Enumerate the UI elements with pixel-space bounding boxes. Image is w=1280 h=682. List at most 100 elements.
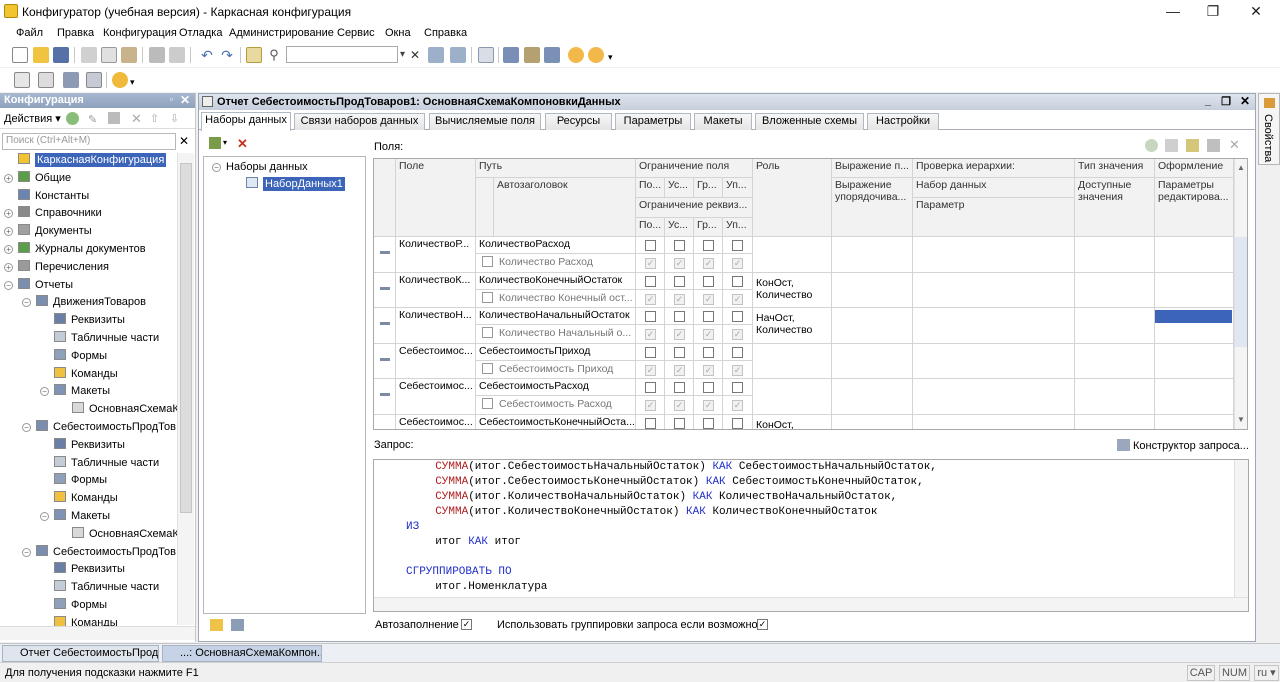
config-search-input[interactable]: Поиск (Ctrl+Alt+M)	[2, 133, 176, 150]
tree-item[interactable]: + Документы	[4, 223, 92, 240]
dataset-item[interactable]: НаборДанных1	[246, 177, 345, 191]
tree-item[interactable]: − ДвиженияТоваров	[22, 294, 146, 311]
restriction-checkbox[interactable]	[732, 346, 743, 358]
autotitle-checkbox[interactable]	[482, 291, 493, 303]
path-cell[interactable]: СебестоимостьКонечныйОста...	[476, 414, 636, 429]
copy-icon[interactable]	[101, 47, 117, 63]
query-builder-link[interactable]: Конструктор запроса...	[1133, 440, 1249, 452]
expand-icon[interactable]: −	[22, 547, 31, 557]
expand-icon[interactable]: +	[4, 209, 13, 219]
preview-icon[interactable]	[169, 47, 185, 63]
debug-icon[interactable]	[503, 47, 519, 63]
restriction-checkbox[interactable]	[674, 275, 685, 287]
syntax-icon[interactable]	[524, 47, 540, 63]
templates-icon[interactable]	[544, 47, 560, 63]
role-cell[interactable]: НачОст, Количество	[753, 308, 832, 344]
menu-windows[interactable]: Окна	[385, 27, 411, 39]
expr-cell[interactable]	[832, 237, 913, 273]
clear-config-search-icon[interactable]: ✕	[179, 134, 189, 148]
delete-field-icon[interactable]: ✕	[1229, 137, 1240, 153]
expand-icon[interactable]: +	[4, 245, 13, 254]
col-restriction-1[interactable]: По...	[636, 178, 665, 198]
restriction-req-checkbox[interactable]: ✓	[645, 293, 656, 305]
hier-cell[interactable]	[913, 237, 1075, 273]
actions-menu[interactable]: Действия ▾	[4, 112, 61, 125]
autotitle-checkbox[interactable]	[482, 398, 493, 409]
find-in-list-icon[interactable]	[246, 47, 262, 63]
move-up-icon[interactable]: ⇧	[150, 112, 159, 125]
tab-dataset-links[interactable]: Связи наборов данных	[294, 113, 425, 130]
restriction-checkbox[interactable]	[674, 240, 685, 251]
tree-item[interactable]: Реквизиты	[40, 312, 125, 329]
restriction-req-checkbox[interactable]: ✓	[732, 293, 743, 305]
tree-item[interactable]: + Общие	[4, 170, 71, 187]
tree-item[interactable]: Команды	[40, 366, 118, 383]
expand-icon[interactable]: −	[22, 423, 31, 432]
tree-item[interactable]: ОсновнаяСхемаК	[58, 526, 179, 543]
col-restriction-4[interactable]: Уп...	[723, 178, 753, 198]
undo-icon[interactable]: ↶	[199, 47, 215, 63]
query-vscroll[interactable]	[1234, 460, 1248, 597]
col-req-3[interactable]: Гр...	[694, 218, 723, 237]
query-editor[interactable]: СУММА(итог.СебестоимостьНачальныйОстаток…	[373, 459, 1249, 612]
path-cell[interactable]: СебестоимостьПриход	[476, 343, 636, 361]
col-restriction-2[interactable]: Ус...	[665, 178, 694, 198]
edit-icon[interactable]: ✎	[88, 113, 97, 126]
find-next-icon[interactable]	[428, 47, 444, 63]
field-cell[interactable]: КоличествоК...	[396, 272, 476, 308]
role-cell[interactable]: КонОст,	[753, 414, 832, 429]
autotitle-checkbox[interactable]	[482, 327, 493, 338]
add-dataset-icon[interactable]	[209, 137, 221, 149]
selected-cell[interactable]	[1155, 310, 1232, 323]
role-cell[interactable]	[753, 237, 832, 273]
restriction-checkbox[interactable]	[674, 382, 685, 393]
help-dropdown-icon[interactable]: ▾	[608, 47, 624, 63]
menu-config[interactable]: Конфигурация	[103, 27, 177, 39]
col-hier-header[interactable]: Проверка иерархии:	[913, 159, 1075, 178]
col-restriction-3[interactable]: Гр...	[694, 178, 723, 198]
restriction-req-checkbox[interactable]: ✓	[703, 293, 714, 305]
hier-cell[interactable]	[913, 343, 1075, 379]
restriction-req-checkbox[interactable]: ✓	[732, 258, 743, 269]
format-cell[interactable]	[1155, 272, 1234, 308]
format-cell[interactable]	[1155, 414, 1234, 429]
tree-item[interactable]: + Справочники	[4, 205, 102, 222]
task-report[interactable]: Отчет СебестоимостьПрод...	[2, 645, 159, 662]
tree-item[interactable]: Табличные части	[40, 579, 159, 596]
add-field-icon[interactable]	[1145, 139, 1158, 152]
expand-icon[interactable]: −	[22, 298, 31, 308]
use-groupings-checkbox[interactable]: ✓	[757, 619, 768, 630]
query-hscroll[interactable]	[374, 597, 1248, 611]
hier-cell[interactable]	[913, 308, 1075, 344]
hier-cell[interactable]	[913, 414, 1075, 429]
restriction-checkbox[interactable]	[674, 311, 685, 322]
tab-calculated-fields[interactable]: Вычисляемые поля	[429, 113, 541, 130]
type-cell[interactable]	[1075, 272, 1155, 308]
tree-item[interactable]: + Журналы документов	[4, 241, 146, 258]
restriction-checkbox[interactable]	[674, 417, 685, 429]
path-cell[interactable]: СебестоимостьРасход	[476, 379, 636, 396]
paste-icon[interactable]	[121, 47, 137, 63]
mw-minimize[interactable]: _	[1205, 95, 1211, 107]
menu-help[interactable]: Справка	[424, 27, 467, 39]
format-cell[interactable]	[1155, 343, 1234, 379]
add-dataset-dropdown-icon[interactable]: ▾	[223, 138, 227, 147]
scroll-down-icon[interactable]: ▼	[1237, 415, 1245, 424]
mw-close[interactable]: ✕	[1240, 94, 1250, 108]
tree-item[interactable]: − Макеты	[40, 383, 110, 400]
col-req-4[interactable]: Уп...	[723, 218, 753, 237]
folder-icon[interactable]	[1207, 139, 1220, 152]
hier-cell[interactable]	[913, 272, 1075, 308]
tree-item[interactable]: Формы	[40, 348, 107, 365]
col-type-header[interactable]: Тип значения	[1075, 159, 1155, 178]
path-cell[interactable]: КоличествоРасход	[476, 237, 636, 254]
expand-icon[interactable]: −	[40, 387, 49, 397]
col-format-sub-header[interactable]: Параметры редактирова...	[1155, 178, 1234, 237]
restriction-checkbox[interactable]	[645, 346, 656, 358]
search-input[interactable]	[286, 46, 398, 63]
col-hier-param-header[interactable]: Параметр	[913, 198, 1075, 237]
expand-icon[interactable]: +	[4, 262, 13, 272]
restriction-checkbox[interactable]	[703, 311, 714, 322]
field-cell[interactable]: Себестоимос...	[396, 414, 476, 429]
tree-item[interactable]: Реквизиты	[40, 561, 125, 578]
